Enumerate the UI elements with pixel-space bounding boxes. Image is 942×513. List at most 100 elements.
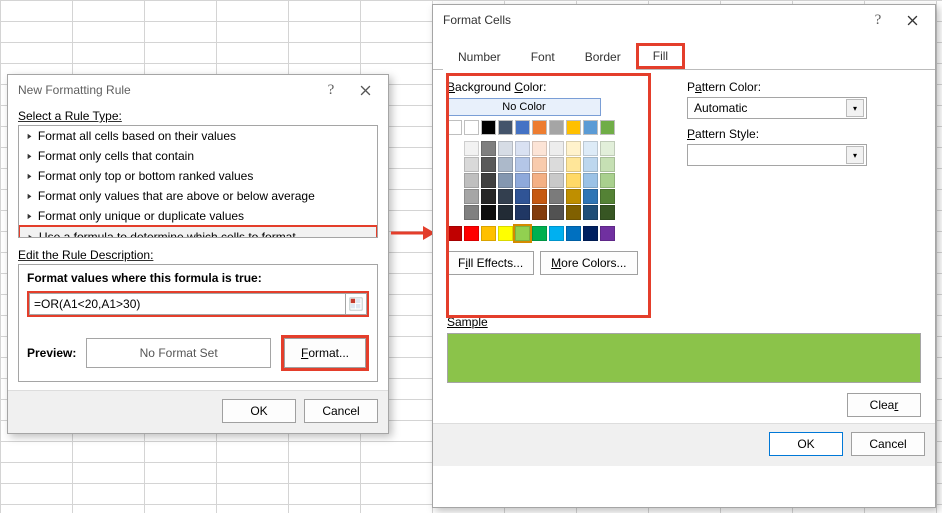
help-button[interactable]: ?: [314, 76, 348, 104]
color-swatch[interactable]: [583, 189, 598, 204]
color-swatch[interactable]: [600, 205, 615, 220]
rule-type-item[interactable]: ►Format only unique or duplicate values: [19, 206, 377, 226]
color-swatch[interactable]: [515, 205, 530, 220]
color-swatch[interactable]: [498, 226, 513, 241]
color-swatch[interactable]: [515, 141, 530, 156]
color-swatch[interactable]: [600, 120, 615, 135]
color-swatch[interactable]: [566, 173, 581, 188]
color-swatch[interactable]: [532, 226, 547, 241]
color-swatch[interactable]: [498, 189, 513, 204]
rule-type-item[interactable]: ►Format only top or bottom ranked values: [19, 166, 377, 186]
range-selector-button[interactable]: [345, 293, 367, 315]
color-swatch[interactable]: [600, 189, 615, 204]
color-swatch[interactable]: [447, 120, 462, 135]
formula-input[interactable]: [29, 293, 345, 315]
rule-type-item[interactable]: ►Format all cells based on their values: [19, 126, 377, 146]
tab-border[interactable]: Border: [570, 44, 636, 70]
color-swatch[interactable]: [532, 141, 547, 156]
theme-colors-row: [447, 120, 657, 135]
color-swatch[interactable]: [498, 141, 513, 156]
pattern-style-select[interactable]: ▾: [687, 144, 867, 166]
color-swatch[interactable]: [481, 141, 496, 156]
rule-type-text: Format only values that are above or bel…: [38, 188, 315, 204]
color-swatch[interactable]: [515, 157, 530, 172]
color-swatch[interactable]: [515, 189, 530, 204]
rule-type-item[interactable]: ►Format only values that are above or be…: [19, 186, 377, 206]
edit-rule-description-label: Edit the Rule Description:: [8, 244, 388, 264]
color-swatch[interactable]: [498, 120, 513, 135]
color-swatch[interactable]: [583, 205, 598, 220]
close-button[interactable]: [895, 6, 929, 34]
tab-number[interactable]: Number: [443, 44, 516, 70]
fill-effects-button[interactable]: Fill Effects...: [447, 251, 534, 275]
close-button[interactable]: [348, 76, 382, 104]
clear-button[interactable]: Clear: [847, 393, 921, 417]
color-swatch[interactable]: [532, 120, 547, 135]
color-swatch[interactable]: [464, 205, 479, 220]
color-swatch[interactable]: [566, 157, 581, 172]
color-swatch[interactable]: [481, 189, 496, 204]
rule-type-item[interactable]: ►Format only cells that contain: [19, 146, 377, 166]
rule-type-list[interactable]: ►Format all cells based on their values►…: [18, 125, 378, 238]
color-swatch[interactable]: [600, 141, 615, 156]
pattern-color-select[interactable]: Automatic▾: [687, 97, 867, 119]
color-swatch[interactable]: [549, 157, 564, 172]
format-button[interactable]: Format...: [284, 338, 366, 368]
color-swatch[interactable]: [532, 173, 547, 188]
more-colors-button[interactable]: More Colors...: [540, 251, 637, 275]
color-swatch[interactable]: [566, 141, 581, 156]
color-swatch[interactable]: [583, 157, 598, 172]
color-swatch[interactable]: [498, 205, 513, 220]
color-swatch[interactable]: [498, 173, 513, 188]
color-swatch[interactable]: [532, 205, 547, 220]
color-swatch[interactable]: [515, 173, 530, 188]
color-swatch[interactable]: [532, 157, 547, 172]
color-swatch[interactable]: [600, 157, 615, 172]
standard-colors-row: [447, 226, 657, 241]
color-swatch[interactable]: [549, 120, 564, 135]
color-swatch[interactable]: [549, 173, 564, 188]
rule-type-text: Format only top or bottom ranked values: [38, 168, 253, 184]
pattern-style-label: Pattern Style:: [687, 127, 921, 141]
ok-button[interactable]: OK: [222, 399, 296, 423]
color-swatch[interactable]: [464, 157, 479, 172]
ok-button[interactable]: OK: [769, 432, 843, 456]
color-swatch[interactable]: [515, 120, 530, 135]
color-swatch[interactable]: [600, 226, 615, 241]
color-swatch[interactable]: [549, 226, 564, 241]
color-swatch[interactable]: [481, 120, 496, 135]
color-swatch[interactable]: [583, 226, 598, 241]
tab-font[interactable]: Font: [516, 44, 570, 70]
rule-type-item[interactable]: ►Use a formula to determine which cells …: [18, 225, 378, 238]
color-swatch[interactable]: [532, 189, 547, 204]
color-swatch[interactable]: [464, 141, 479, 156]
color-swatch[interactable]: [566, 226, 581, 241]
color-swatch[interactable]: [481, 173, 496, 188]
tab-fill[interactable]: Fill: [636, 43, 685, 69]
preview-box: No Format Set: [86, 338, 271, 368]
color-swatch[interactable]: [515, 226, 530, 241]
color-swatch[interactable]: [583, 120, 598, 135]
cancel-button[interactable]: Cancel: [851, 432, 925, 456]
color-swatch[interactable]: [583, 141, 598, 156]
color-swatch[interactable]: [481, 157, 496, 172]
color-swatch[interactable]: [549, 189, 564, 204]
color-swatch[interactable]: [464, 120, 479, 135]
no-color-button[interactable]: No Color: [447, 98, 601, 116]
color-swatch[interactable]: [481, 205, 496, 220]
color-swatch[interactable]: [600, 173, 615, 188]
cancel-button[interactable]: Cancel: [304, 399, 378, 423]
help-button[interactable]: ?: [861, 6, 895, 34]
color-swatch[interactable]: [583, 173, 598, 188]
color-swatch[interactable]: [549, 205, 564, 220]
color-swatch[interactable]: [549, 141, 564, 156]
color-swatch[interactable]: [464, 189, 479, 204]
color-swatch[interactable]: [566, 205, 581, 220]
color-swatch[interactable]: [447, 226, 462, 241]
color-swatch[interactable]: [566, 120, 581, 135]
color-swatch[interactable]: [464, 173, 479, 188]
color-swatch[interactable]: [464, 226, 479, 241]
color-swatch[interactable]: [566, 189, 581, 204]
color-swatch[interactable]: [481, 226, 496, 241]
color-swatch[interactable]: [498, 157, 513, 172]
